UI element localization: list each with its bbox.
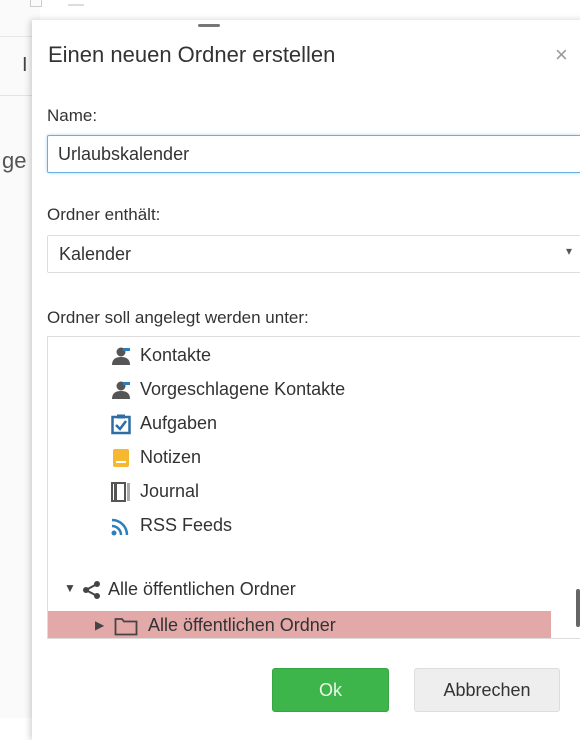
folder-name-input[interactable]: [47, 135, 580, 173]
rss-icon: [111, 518, 129, 536]
folder-type-label: Ordner enthält:: [47, 205, 161, 224]
tree-item-label: Journal: [140, 481, 200, 501]
tree-item-label: Vorgeschlagene Kontakte: [140, 379, 346, 399]
tree-item-label: RSS Feeds: [140, 515, 233, 535]
name-label: Name:: [47, 106, 98, 125]
background-text-fragment: I: [22, 54, 28, 76]
tree-item-public-folders-root[interactable]: ▼ Alle öffentlichen Ordner: [64, 575, 544, 605]
background-text-fragment: ge: [2, 148, 27, 173]
folder-type-select[interactable]: Kalender ▾: [47, 235, 580, 273]
notes-icon: [113, 449, 129, 467]
tree-item-label: Alle öffentlichen Ordner: [108, 579, 296, 599]
close-icon[interactable]: ×: [555, 42, 568, 68]
suggested-contacts-icon: [112, 381, 130, 399]
folder-type-value: Kalender: [59, 244, 132, 264]
tree-item-label: Kontakte: [140, 345, 212, 365]
parent-folder-label: Ordner soll angelegt werden unter:: [47, 308, 309, 327]
tree-item-label: Aufgaben: [140, 413, 218, 433]
ok-button[interactable]: Ok: [272, 668, 389, 712]
caret-down-icon[interactable]: ▼: [64, 581, 76, 595]
caret-right-icon[interactable]: ▶: [95, 618, 104, 632]
folder-tree[interactable]: Kontakte Vorgeschlagene Kontakte Aufgabe…: [47, 336, 580, 639]
background-toolbar-icon: [30, 0, 42, 7]
tree-item-label: Alle öffentlichen Ordner: [148, 615, 336, 635]
chevron-down-icon: ▾: [566, 244, 573, 258]
dialog-title: Einen neuen Ordner erstellen: [48, 42, 336, 67]
contacts-icon: [112, 347, 130, 365]
tree-item-public-folders-selected[interactable]: ▶ Alle öffentlichen Ordner: [48, 611, 551, 638]
journal-icon: [111, 482, 130, 502]
share-icon: [83, 581, 100, 599]
cancel-button[interactable]: Abbrechen: [414, 668, 560, 712]
folder-icon: [114, 618, 138, 636]
new-folder-dialog: Einen neuen Ordner erstellen × Name: Ord…: [32, 20, 580, 740]
tree-scrollbar[interactable]: [576, 589, 580, 627]
tree-item-label: Notizen: [140, 447, 202, 467]
tasks-icon: [111, 414, 131, 435]
dialog-drag-handle[interactable]: [198, 24, 220, 27]
background-toolbar-icon: [68, 0, 84, 6]
